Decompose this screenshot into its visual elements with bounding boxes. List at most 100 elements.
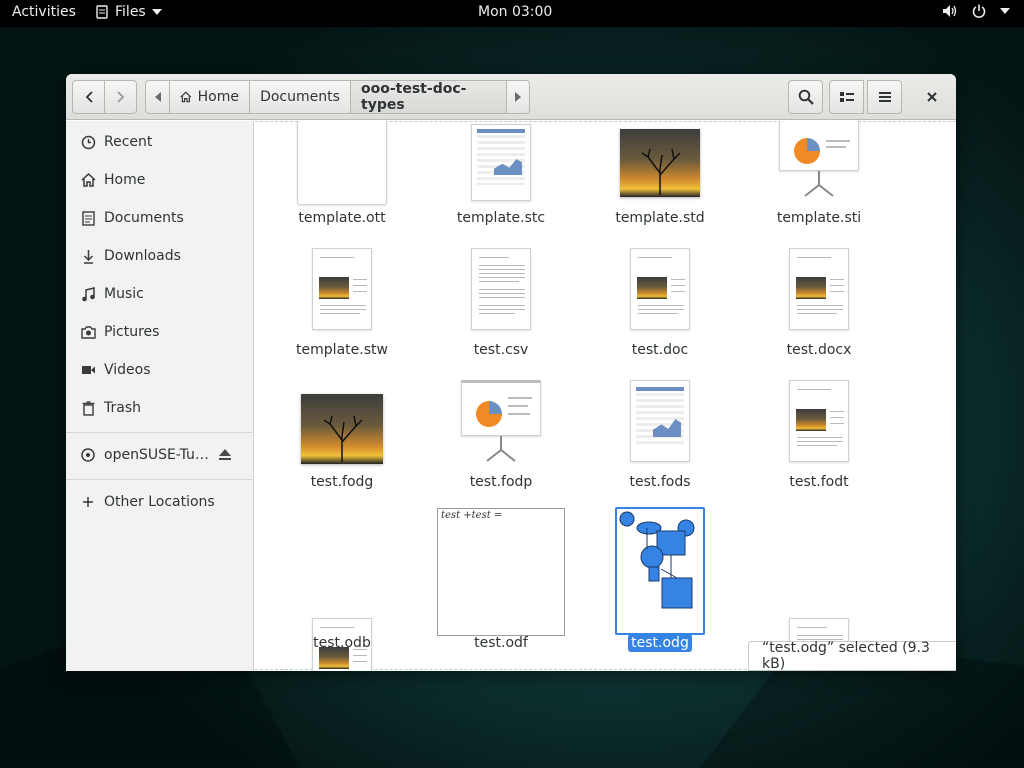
- search-button[interactable]: [788, 80, 823, 114]
- file-name: test.csv: [473, 342, 529, 358]
- selection-status: “test.odg” selected (9.3 kB): [748, 640, 956, 672]
- eject-icon[interactable]: [218, 448, 232, 465]
- file-item[interactable]: test.fodp: [426, 378, 576, 493]
- clock[interactable]: Mon 03:00: [478, 4, 552, 20]
- spreadsheet-thumbnail: [630, 380, 690, 462]
- presentation-thumbnail: [461, 380, 541, 462]
- breadcrumb-scroll-left[interactable]: [145, 80, 170, 114]
- camera-icon: [80, 324, 96, 340]
- document-thumbnail: [630, 248, 690, 330]
- file-item[interactable]: template.sti: [744, 121, 894, 231]
- sidebar-item-recent[interactable]: Recent: [66, 125, 254, 159]
- list-view-icon: [839, 92, 854, 102]
- breadcrumb-documents[interactable]: Documents: [249, 80, 351, 114]
- sidebar-item-label: Other Locations: [104, 494, 215, 510]
- file-item[interactable]: template.stw: [267, 246, 417, 361]
- file-name: test.doc: [631, 342, 689, 358]
- document-thumbnail: [471, 248, 531, 330]
- breadcrumb-label: ooo-test-doc-types: [361, 81, 467, 113]
- power-icon: [972, 4, 986, 18]
- file-name: template.stc: [456, 210, 546, 226]
- close-button[interactable]: [915, 80, 949, 114]
- back-button[interactable]: [72, 80, 105, 114]
- home-icon: [180, 91, 192, 103]
- forward-button[interactable]: [104, 80, 137, 114]
- sidebar-item-label: Home: [104, 172, 146, 188]
- sidebar-item-music[interactable]: Music: [66, 277, 254, 311]
- clock-icon: [80, 134, 96, 150]
- sidebar-item-downloads[interactable]: Downloads: [66, 239, 254, 273]
- activities-button[interactable]: Activities: [12, 4, 76, 20]
- sidebar-item-trash[interactable]: Trash: [66, 391, 254, 425]
- close-icon: [927, 92, 937, 102]
- file-name: test.fodp: [469, 474, 533, 490]
- file-name: test.fodg: [310, 474, 374, 490]
- document-thumbnail: [789, 380, 849, 462]
- document-thumbnail: [789, 248, 849, 330]
- sidebar-item-other-locations[interactable]: Other Locations: [66, 485, 254, 519]
- file-name: test.fods: [629, 474, 691, 490]
- formula-preview-text: test +test =: [441, 510, 503, 521]
- hamburger-icon: [878, 92, 891, 102]
- sidebar-item-label: Documents: [104, 210, 184, 226]
- arrow-left-icon: [154, 92, 161, 102]
- file-item-selected[interactable]: test.odg: [585, 506, 735, 652]
- file-item[interactable]: [744, 506, 894, 671]
- sidebar-item-videos[interactable]: Videos: [66, 353, 254, 387]
- sidebar-item-label: Pictures: [104, 324, 160, 340]
- file-item[interactable]: test +test = test.odf: [426, 506, 576, 651]
- view-toggle-button[interactable]: [829, 80, 864, 114]
- document-thumbnail: [312, 248, 372, 330]
- search-icon: [798, 89, 814, 105]
- document-icon: [80, 210, 96, 226]
- file-name: template.ott: [298, 210, 386, 226]
- file-name: test.odf: [474, 635, 528, 651]
- breadcrumb-home[interactable]: Home: [169, 80, 250, 114]
- spreadsheet-thumbnail: [471, 124, 531, 201]
- sidebar-item-device[interactable]: openSUSE-Tu…: [66, 438, 254, 472]
- file-item[interactable]: test.fods: [585, 378, 735, 493]
- breadcrumb-scroll-right[interactable]: [506, 80, 530, 114]
- file-item[interactable]: test.csv: [426, 246, 576, 361]
- file-grid: template.ott template.stc template.std t…: [255, 121, 956, 671]
- file-item[interactable]: template.stc: [426, 121, 576, 231]
- app-menu[interactable]: Files: [95, 4, 162, 20]
- sidebar-item-documents[interactable]: Documents: [66, 201, 254, 235]
- chevron-right-icon: [116, 91, 124, 103]
- file-item[interactable]: test.docx: [744, 246, 894, 361]
- file-name: template.std: [615, 210, 705, 226]
- file-item[interactable]: template.std: [585, 121, 735, 231]
- file-name: test.fodt: [789, 474, 849, 490]
- file-item[interactable]: template.ott: [267, 121, 417, 231]
- files-window: Home Documents ooo-test-doc-types Recent: [66, 74, 956, 671]
- sidebar-item-home[interactable]: Home: [66, 163, 254, 197]
- sidebar-item-label: Downloads: [104, 248, 181, 264]
- app-menu-label: Files: [115, 4, 146, 20]
- file-item[interactable]: test.odb: [267, 506, 417, 671]
- sidebar-item-label: Music: [104, 286, 144, 302]
- sidebar-separator: [66, 432, 254, 433]
- breadcrumb-label: Documents: [260, 89, 340, 105]
- image-thumbnail: [620, 129, 700, 197]
- file-name: template.sti: [776, 210, 862, 226]
- file-name: test.docx: [786, 342, 852, 358]
- breadcrumb-label: Home: [197, 89, 239, 105]
- sidebar-item-label: Videos: [104, 362, 151, 378]
- files-app-icon: [96, 5, 108, 19]
- chevron-down-icon: [151, 9, 162, 15]
- breadcrumb-current-folder[interactable]: ooo-test-doc-types: [350, 80, 507, 114]
- image-thumbnail: [301, 394, 383, 464]
- sidebar-item-label: Recent: [104, 134, 153, 150]
- sidebar-item-pictures[interactable]: Pictures: [66, 315, 254, 349]
- chevron-left-icon: [85, 91, 93, 103]
- file-item[interactable]: test.doc: [585, 246, 735, 361]
- sidebar-separator: [66, 479, 254, 480]
- file-item[interactable]: test.fodt: [744, 378, 894, 493]
- system-menu[interactable]: [942, 4, 1010, 18]
- chevron-down-icon: [1000, 8, 1010, 14]
- sidebar: Recent Home Documents Downloads Music Pi…: [66, 121, 254, 671]
- disc-icon: [80, 447, 96, 463]
- menu-button[interactable]: [867, 80, 902, 114]
- file-item[interactable]: test.fodg: [267, 378, 417, 493]
- home-icon: [80, 172, 96, 188]
